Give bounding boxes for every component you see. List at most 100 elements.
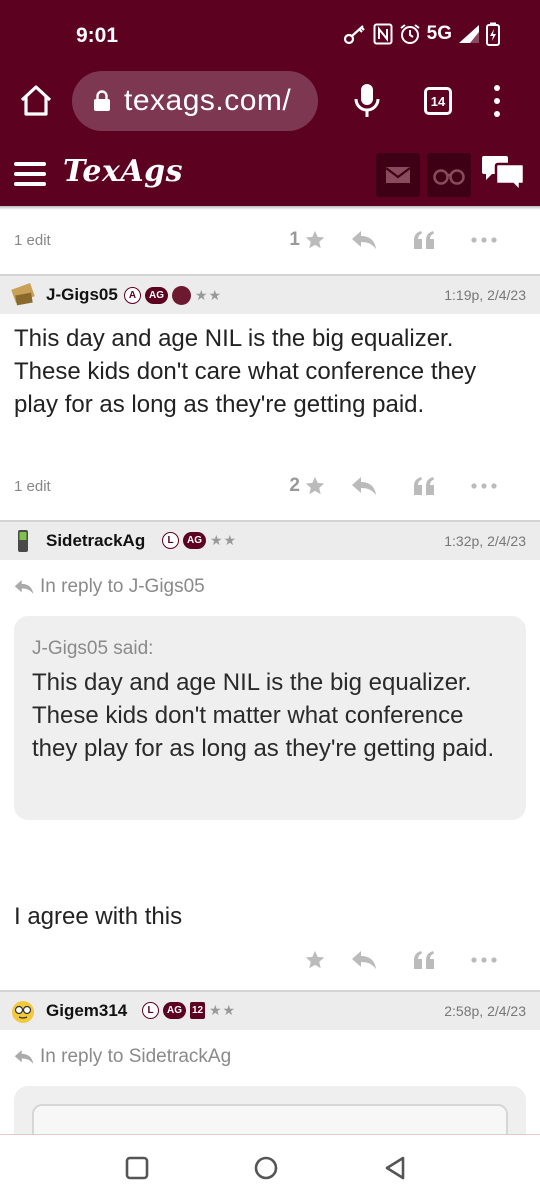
post-actions — [274, 944, 514, 976]
star-count: 1 — [289, 229, 300, 250]
post-timestamp[interactable]: 1:32p, 2/4/23 — [444, 533, 526, 549]
tabs-button[interactable]: 14 — [424, 87, 452, 115]
quote-author: J-Gigs05 said: — [32, 638, 154, 659]
mic-icon[interactable] — [352, 82, 382, 120]
post-footer — [0, 938, 540, 982]
signal-icon — [459, 25, 479, 43]
badge-ag: AG — [145, 287, 168, 304]
star-icon — [305, 476, 325, 495]
quote-icon — [414, 951, 434, 969]
reply-to-link[interactable]: In reply to SidetrackAg — [14, 1046, 231, 1068]
post-header: J-Gigs05 A AG ★★ 1:19p, 2/4/23 — [0, 274, 540, 314]
browser-toolbar: texags.com/ 14 — [0, 68, 540, 140]
avatar[interactable] — [10, 998, 36, 1024]
nav-circle-icon[interactable] — [253, 1155, 279, 1181]
binoculars-button[interactable] — [427, 153, 471, 197]
home-icon[interactable] — [18, 82, 54, 118]
battery-icon — [486, 22, 500, 46]
mail-button[interactable] — [376, 153, 420, 197]
reply-icon — [352, 951, 376, 969]
user-stars: ★★ — [209, 1002, 237, 1018]
star-button[interactable]: 2 — [274, 470, 334, 502]
site-logo[interactable]: TexAgs — [63, 154, 183, 189]
more-horiz-icon[interactable] — [454, 944, 514, 976]
quote-button[interactable] — [394, 944, 454, 976]
star-button[interactable]: 1 — [274, 224, 334, 256]
avatar[interactable] — [10, 282, 36, 308]
nfc-icon — [373, 23, 393, 45]
reply-button[interactable] — [334, 470, 394, 502]
user-badges: L AG 12 ★★ — [142, 1002, 236, 1019]
more-horiz-icon-glyph — [471, 483, 497, 489]
reply-icon — [352, 231, 376, 249]
badge-ag: AG — [183, 532, 206, 549]
post-timestamp[interactable]: 1:19p, 2/4/23 — [444, 287, 526, 303]
network-type: 5G — [426, 23, 452, 44]
post-header: Gigem314 L AG 12 ★★ 2:58p, 2/4/23 — [0, 990, 540, 1030]
nav-square-icon[interactable] — [124, 1155, 150, 1181]
post-actions: 1 — [274, 224, 514, 256]
more-horiz-icon[interactable] — [454, 470, 514, 502]
reply-icon — [14, 1050, 34, 1064]
system-nav-bar — [0, 1134, 540, 1200]
reply-icon — [14, 580, 34, 594]
more-vert-icon[interactable] — [490, 85, 504, 117]
edit-note[interactable]: 1 edit — [14, 478, 51, 495]
more-horiz-icon[interactable] — [454, 224, 514, 256]
reply-to-text: In reply to J-Gigs05 — [40, 576, 205, 597]
star-button[interactable] — [274, 944, 334, 976]
user-stars: ★★ — [210, 532, 238, 548]
lock-icon — [94, 90, 110, 111]
reply-button[interactable] — [334, 224, 394, 256]
quote-button[interactable] — [394, 470, 454, 502]
avatar[interactable] — [10, 528, 36, 554]
post-actions: 2 — [274, 470, 514, 502]
username[interactable]: J-Gigs05 — [46, 285, 118, 305]
quote-icon — [414, 477, 434, 495]
post-footer: 1 edit 1 — [0, 218, 540, 262]
quote-icon — [414, 231, 434, 249]
user-badges: A AG ★★ — [124, 286, 222, 305]
badge-ag: AG — [163, 1002, 186, 1019]
username[interactable]: SidetrackAg — [46, 531, 145, 551]
star-count: 2 — [289, 475, 300, 496]
quote-box: J-Gigs05 said: This day and age NIL is t… — [14, 616, 526, 820]
more-horiz-icon-glyph — [471, 237, 497, 243]
post-body: This day and age NIL is the big equalize… — [14, 325, 477, 418]
star-icon — [305, 230, 325, 249]
badge-12: 12 — [190, 1002, 205, 1019]
header-shadow — [0, 206, 540, 210]
star-icon — [305, 950, 325, 969]
reply-to-text: In reply to SidetrackAg — [40, 1046, 232, 1067]
post-footer: 1 edit 2 — [0, 464, 540, 508]
status-bar: 9:01 5G — [0, 0, 540, 68]
status-icons: 5G — [343, 22, 500, 46]
nav-back-icon[interactable] — [382, 1155, 408, 1181]
user-stars: ★★ — [195, 287, 223, 303]
key-icon — [343, 25, 365, 45]
hamburger-icon[interactable] — [14, 162, 46, 186]
reply-icon — [352, 477, 376, 495]
user-badges: L AG ★★ — [162, 532, 237, 549]
url-text: texags.com/ — [124, 84, 292, 117]
badge-a: A — [124, 287, 141, 304]
quote-button[interactable] — [394, 224, 454, 256]
mail-icon — [385, 167, 411, 183]
more-horiz-icon-glyph — [471, 957, 497, 963]
reply-to-link[interactable]: In reply to J-Gigs05 — [14, 576, 205, 598]
badge-l: L — [162, 532, 179, 549]
url-bar[interactable]: texags.com/ — [72, 71, 318, 131]
status-time: 9:01 — [76, 24, 119, 47]
post-body: I agree with this — [14, 903, 183, 930]
quote-text: This day and age NIL is the big equalize… — [32, 669, 495, 762]
edit-note[interactable]: 1 edit — [14, 232, 51, 249]
post-header: SidetrackAg L AG ★★ 1:32p, 2/4/23 — [0, 520, 540, 560]
post-timestamp[interactable]: 2:58p, 2/4/23 — [444, 1003, 526, 1019]
badge-l: L — [142, 1002, 159, 1019]
chat-icon[interactable] — [480, 154, 526, 194]
site-header: TexAgs — [0, 140, 540, 206]
team-logo-icon — [172, 286, 191, 305]
reply-button[interactable] — [334, 944, 394, 976]
username[interactable]: Gigem314 — [46, 1001, 127, 1021]
binoculars-icon — [433, 169, 465, 185]
